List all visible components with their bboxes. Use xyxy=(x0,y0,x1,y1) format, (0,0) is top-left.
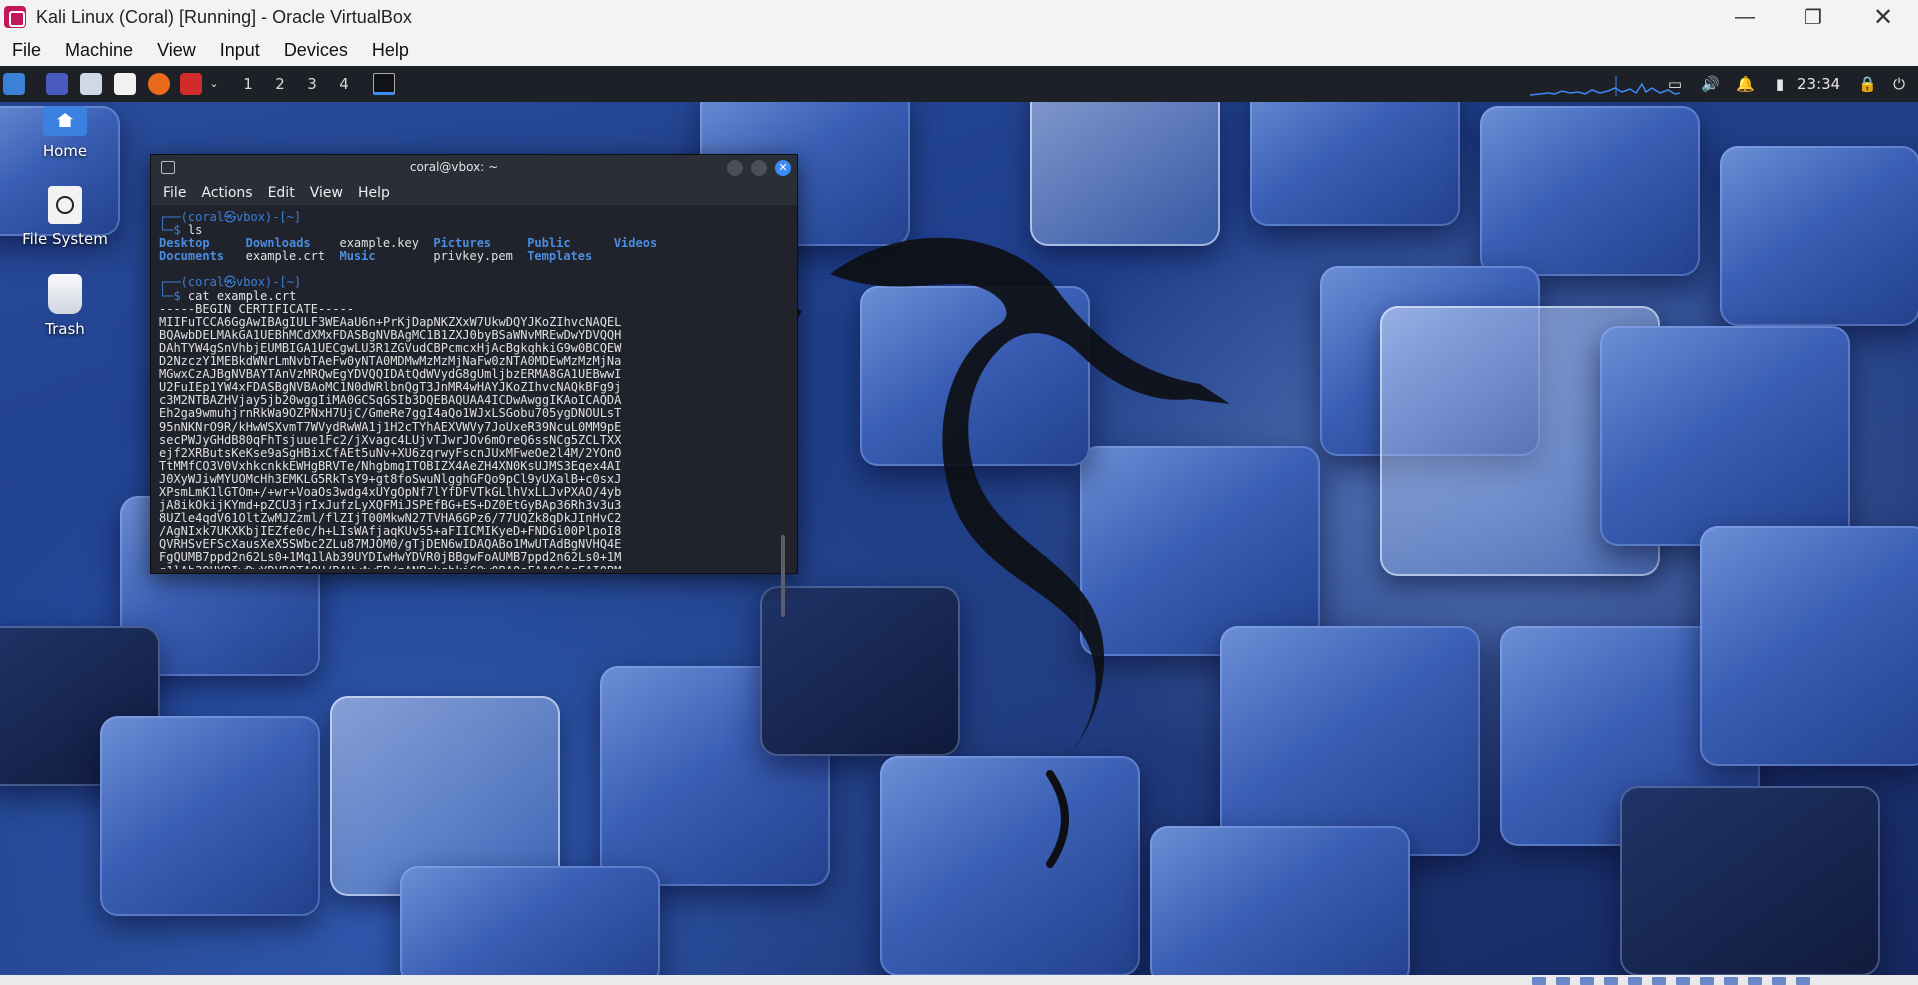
menu-devices[interactable]: Devices xyxy=(272,40,360,61)
kali-dragon-logo xyxy=(766,237,1230,868)
terminal-window[interactable]: coral@vbox: ~ ✕ File Actions Edit View H… xyxy=(150,154,798,617)
cert-line: J0XyWJiwMYUOMcHh3EMKLG5RkTsY9+gt8foSwuNl… xyxy=(159,471,622,486)
terminal-menu-view[interactable]: View xyxy=(310,185,343,201)
notification-icon[interactable]: 🔔 xyxy=(1736,75,1755,93)
cpu-status-icon[interactable] xyxy=(1724,977,1738,985)
terminal-menu-file[interactable]: File xyxy=(163,185,186,201)
terminal-maximize-button[interactable] xyxy=(751,160,767,176)
terminal-close-button[interactable]: ✕ xyxy=(775,160,791,176)
mouse-status-icon[interactable] xyxy=(1748,977,1762,985)
cert-line: Eh2ga9wmuhjrnRkWa9OZPNxH7UjC/GmeRe7ggI4a… xyxy=(159,406,622,421)
workspace-2[interactable]: 2 xyxy=(268,74,292,94)
cert-line: ejf2XRButsKeKse9aSgHBixCfAEt5uNv+XU6zqrw… xyxy=(159,445,622,460)
guest-screen[interactable]: ⌄ 1 2 3 4 ▭ 🔊 🔔 ▮ 23:34 🔒 ⏻ Home File Sy… xyxy=(0,66,1918,975)
menu-machine[interactable]: Machine xyxy=(53,40,145,61)
hdd-status-icon[interactable] xyxy=(1532,977,1546,985)
audio-status-icon[interactable] xyxy=(1580,977,1594,985)
kali-tools-icon[interactable] xyxy=(180,73,202,95)
display-icon[interactable]: ▭ xyxy=(1666,75,1684,93)
display-status-icon[interactable] xyxy=(1676,977,1690,985)
cert-line: BQAwbDELMAkGA1UEBhMCdXMxFDASBgNVBAgMC1B1… xyxy=(159,327,622,342)
drive-icon xyxy=(48,186,82,224)
firefox-icon[interactable] xyxy=(148,73,170,95)
terminal-scrollbar[interactable] xyxy=(781,535,785,617)
text-editor-icon[interactable] xyxy=(114,73,136,95)
cert-line: FgQUMB7ppd2n62Ls0+1Mq1lAb39UYDIwHwYDVR0j… xyxy=(159,550,622,565)
close-button[interactable]: ✕ xyxy=(1848,0,1918,34)
file-entry: privkey.pem xyxy=(433,249,513,264)
minimize-button[interactable]: — xyxy=(1710,0,1780,34)
keyboard-status-icon[interactable] xyxy=(1772,977,1786,985)
terminal-title: coral@vbox: ~ xyxy=(409,160,499,174)
terminal-menu-edit[interactable]: Edit xyxy=(268,185,295,201)
usb-status-icon[interactable] xyxy=(1628,977,1642,985)
cert-line: q1lAb39UYDIwDwYDVR0TAQH/BAUwAwEB/zANBgkq… xyxy=(159,564,779,569)
menu-file[interactable]: File xyxy=(0,40,53,61)
vbox-statusbar xyxy=(0,975,1918,985)
file-entry: example.crt xyxy=(245,249,326,264)
home-folder-icon xyxy=(43,106,87,136)
prompt-line: ┌──(coral㉿vbox)-[~] xyxy=(159,211,302,224)
directory-entry: Music xyxy=(339,249,376,264)
cert-header: -----BEGIN CERTIFICATE----- xyxy=(159,301,355,316)
desktop-icon-label: Trash xyxy=(45,320,85,338)
cert-body: MIIFuTCCA6GgAwIBAgIULF3WEAaU6n+PrKjDapNK… xyxy=(159,314,779,569)
terminal-menu-actions[interactable]: Actions xyxy=(201,185,252,201)
kali-panel: ⌄ 1 2 3 4 ▭ 🔊 🔔 ▮ 23:34 🔒 ⏻ xyxy=(0,66,1918,102)
terminal-menu-help[interactable]: Help xyxy=(358,185,390,201)
desktop-icon-label: Home xyxy=(42,142,88,160)
kali-menu-icon[interactable] xyxy=(3,73,25,95)
command-line: └─$ cat example.crt xyxy=(159,288,297,303)
workspace-3[interactable]: 3 xyxy=(300,74,324,94)
workspace-4[interactable]: 4 xyxy=(332,74,356,94)
directory-entry: Templates xyxy=(527,249,593,264)
volume-icon[interactable]: 🔊 xyxy=(1701,75,1720,93)
trash-icon xyxy=(48,274,82,314)
shared-folder-status-icon[interactable] xyxy=(1652,977,1666,985)
power-icon[interactable]: ⏻ xyxy=(1890,75,1908,93)
menu-view[interactable]: View xyxy=(145,40,208,61)
command-text: cat example.crt xyxy=(187,288,297,303)
maximize-button[interactable]: ❐ xyxy=(1778,0,1848,34)
cert-line: 95nNKNrO9R/kHwWSXvmT7WVydRwWA1j1H2cTYhAE… xyxy=(159,419,622,434)
recording-status-icon[interactable] xyxy=(1700,977,1714,985)
workspace-1[interactable]: 1 xyxy=(236,74,260,94)
battery-icon[interactable]: ▮ xyxy=(1771,75,1789,93)
directory-entry: Documents xyxy=(159,249,225,264)
dropdown-icon[interactable]: ⌄ xyxy=(205,75,223,93)
virtualbox-icon xyxy=(4,6,26,28)
terminal-output[interactable]: ┌──(coral㉿vbox)-[~] └─$ ls Desktop Download… xyxy=(159,211,779,569)
terminal-minimize-button[interactable] xyxy=(727,160,743,176)
menu-help[interactable]: Help xyxy=(360,40,421,61)
desktop-icon-file-system[interactable]: File System xyxy=(10,186,120,248)
cert-line: MIIFuTCCA6GgAwIBAgIULF3WEAaU6n+PrKjDapNK… xyxy=(159,314,622,329)
desktop-icon-trash[interactable]: Trash xyxy=(10,274,120,338)
command-text: ls xyxy=(187,223,203,238)
network-status-icon[interactable] xyxy=(1604,977,1618,985)
terminal-menubar: File Actions Edit View Help xyxy=(151,181,797,205)
ls-output-row: Documents example.crt Music privkey.pem Temp… xyxy=(159,250,779,263)
panel-clock[interactable]: 23:34 xyxy=(1797,75,1840,93)
terminal-titlebar[interactable]: coral@vbox: ~ ✕ xyxy=(151,155,797,181)
cpu-graph xyxy=(1530,76,1680,96)
vbox-titlebar[interactable]: Kali Linux (Coral) [Running] - Oracle Vi… xyxy=(0,0,1918,34)
show-desktop-icon[interactable] xyxy=(46,73,68,95)
terminal-icon[interactable] xyxy=(373,73,395,95)
vbox-menubar: File Machine View Input Devices Help xyxy=(0,34,1918,66)
cert-line: secPWJyGHdB80qFhTsjuue1Fc2/jXvagc4LUjvTJ… xyxy=(159,432,622,447)
desktop-icon-label: File System xyxy=(22,230,108,248)
window-title: Kali Linux (Coral) [Running] - Oracle Vi… xyxy=(36,6,412,27)
directory-entry: Videos xyxy=(613,236,658,251)
optical-status-icon[interactable] xyxy=(1556,977,1570,985)
menu-input[interactable]: Input xyxy=(208,40,272,61)
lock-icon[interactable]: 🔒 xyxy=(1858,75,1877,93)
cert-line: TtMMfCO3V0VxhkcnkkEWHgBRVTe/NhgbmqITOBIZ… xyxy=(159,458,622,473)
desktop-icon-home[interactable]: Home xyxy=(10,106,120,160)
host-key-status-icon[interactable] xyxy=(1796,977,1810,985)
file-manager-icon[interactable] xyxy=(80,73,102,95)
